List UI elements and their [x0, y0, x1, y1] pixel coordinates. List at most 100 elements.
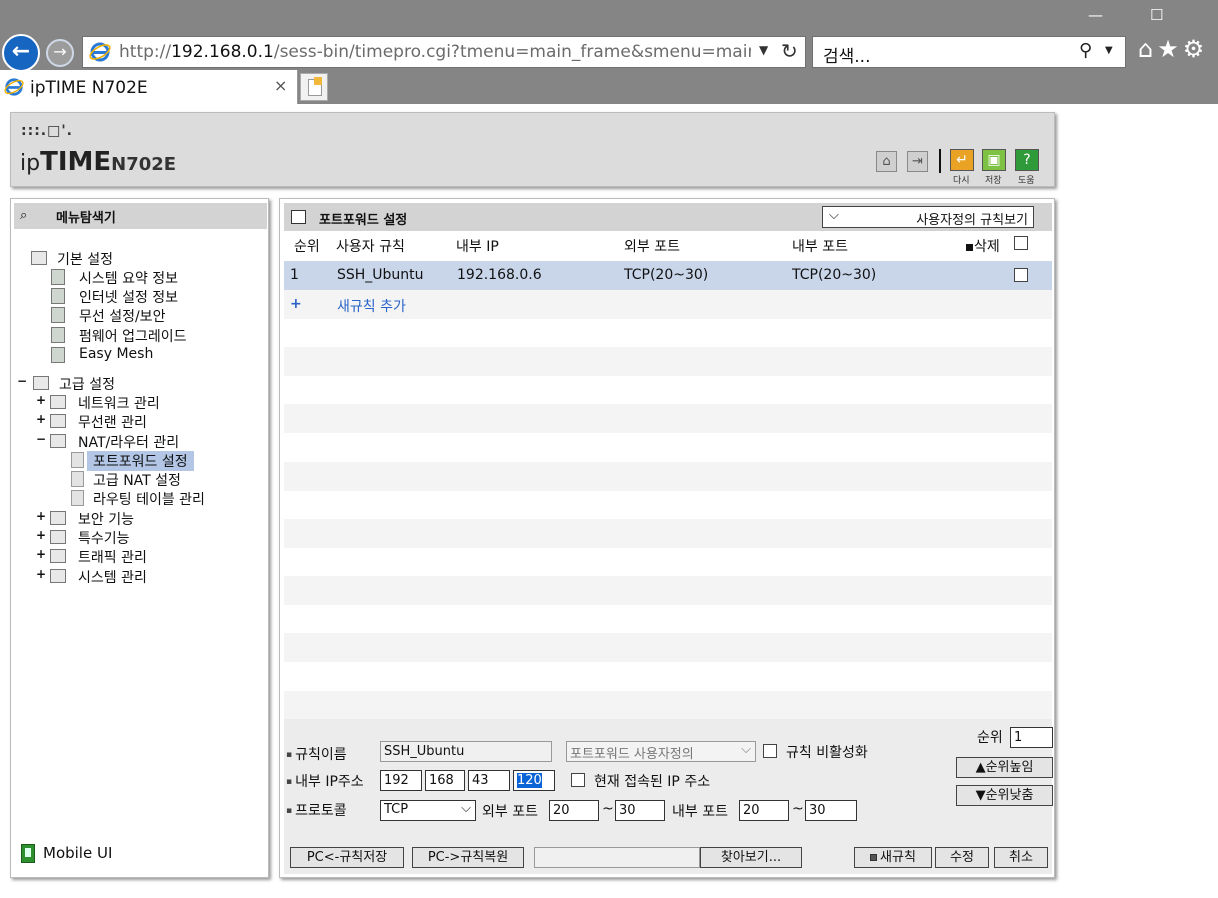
router-header: :::.□'. ipTIMEN702E ⌂ ⇥ ↵ 다시 ▣ 저장 ? 도움: [10, 112, 1055, 187]
current-ip-checkbox[interactable]: [571, 773, 585, 787]
save-button[interactable]: ▣: [982, 149, 1006, 171]
int-port-to-input[interactable]: 30: [805, 800, 857, 821]
search-icon[interactable]: ⚲: [1079, 40, 1092, 61]
collapse-icon[interactable]: −: [36, 432, 46, 446]
wifi-icon: [50, 414, 66, 428]
ip-octet-4[interactable]: 120: [513, 770, 555, 791]
expand-icon[interactable]: +: [36, 509, 46, 523]
mesh-icon: [51, 347, 65, 363]
window-icon: [291, 210, 306, 224]
pc-restore-button[interactable]: PC->규칙복원: [412, 847, 524, 868]
expand-icon[interactable]: +: [36, 547, 46, 561]
empty-row: [284, 662, 1052, 691]
ip-octet-3[interactable]: 43: [468, 770, 510, 791]
expand-icon[interactable]: +: [36, 412, 46, 426]
home-icon[interactable]: ⌂: [1138, 35, 1157, 63]
col-rule: 사용자 규칙: [336, 239, 405, 255]
protocol-select[interactable]: TCP ⌵: [380, 800, 476, 821]
rule-name-input[interactable]: SSH_Ubuntu: [380, 741, 552, 762]
wifi-icon: [51, 307, 65, 323]
col-internal-ip: 내부 IP: [456, 239, 499, 255]
new-rule-button[interactable]: 새규칙: [854, 847, 932, 868]
search-dropdown-icon[interactable]: ▼: [1105, 45, 1113, 56]
settings-gear-icon[interactable]: ⚙: [1183, 35, 1209, 63]
order-label: 순위: [977, 730, 1003, 746]
page-icon: [71, 471, 84, 487]
square-icon: [870, 854, 878, 861]
file-path-input[interactable]: [534, 847, 700, 868]
add-rule-row[interactable]: + 새규칙 추가: [284, 290, 1052, 319]
chevron-down-icon: ⌵: [741, 742, 751, 757]
logout-icon[interactable]: ⇥: [907, 151, 928, 172]
navigation-bar: ← → http://192.168.0.1/sess-bin/timepro.…: [0, 33, 1218, 72]
menu-explorer: ⌕ 메뉴탐색기 기본 설정 시스템 요약 정보 인터넷 설정 정보 무선 설정/…: [10, 198, 269, 878]
network-icon: [50, 395, 66, 409]
browser-tab[interactable]: ipTIME N702E ×: [0, 70, 298, 104]
chevron-down-icon: ⌵: [829, 208, 839, 223]
address-bar[interactable]: http://192.168.0.1/sess-bin/timepro.cgi?…: [82, 36, 806, 68]
empty-row: [284, 547, 1052, 576]
window-controls: — ☐: [1088, 6, 1218, 32]
rule-edit-form: 규칙이름 SSH_Ubuntu 포트포워드 사용자정의⌵ 규칙 비활성화 순위 …: [284, 719, 1053, 874]
toolbar-icons: ⌂★⚙: [1138, 35, 1208, 63]
table-row[interactable]: 1 SSH_Ubuntu 192.168.0.6 TCP(20~30) TCP(…: [284, 261, 1052, 290]
ext-port-from-input[interactable]: 20: [549, 800, 599, 821]
new-tab-icon[interactable]: [300, 73, 328, 101]
empty-row: [284, 404, 1052, 433]
rule-view-select[interactable]: ⌵ 사용자정의 규칙보기: [822, 206, 1034, 228]
int-port-from-input[interactable]: 20: [739, 800, 789, 821]
plus-icon: +: [290, 296, 302, 312]
disable-rule-checkbox[interactable]: [763, 744, 777, 758]
row-delete-checkbox[interactable]: [1014, 268, 1028, 282]
preset-select[interactable]: 포트포워드 사용자정의 ⌵: [566, 741, 756, 762]
expand-icon[interactable]: +: [36, 528, 46, 542]
maximize-icon[interactable]: ☐: [1150, 6, 1163, 24]
add-rule-link[interactable]: 새규칙 추가: [337, 296, 406, 316]
protocol-label: 프로토콜: [286, 800, 347, 820]
search-box[interactable]: 검색... ⚲ ▼: [812, 36, 1126, 68]
minimize-icon[interactable]: —: [1088, 6, 1103, 24]
order-up-button[interactable]: ▲순위높임: [956, 757, 1053, 778]
refresh-icon[interactable]: ↻: [781, 39, 798, 63]
order-input[interactable]: 1: [1010, 727, 1053, 748]
expand-icon[interactable]: +: [36, 567, 46, 581]
reload-button[interactable]: ↵: [950, 149, 974, 171]
empty-row: [284, 490, 1052, 519]
modify-button[interactable]: 수정: [935, 847, 989, 868]
save-label: 저장: [985, 176, 1002, 186]
tab-close-icon[interactable]: ×: [274, 76, 287, 95]
logo-mark: :::.□'.: [21, 123, 73, 139]
address-dropdown-icon[interactable]: ▼: [759, 43, 768, 57]
folder-icon: [33, 376, 49, 390]
order-down-button[interactable]: ▼순위낮춤: [956, 785, 1053, 806]
forward-arrow-icon[interactable]: →: [46, 39, 74, 67]
ext-port-to-input[interactable]: 30: [615, 800, 665, 821]
browse-button[interactable]: 찾아보기...: [700, 847, 802, 868]
folder-icon: [31, 251, 47, 265]
empty-row: [284, 633, 1052, 662]
address-url: http://192.168.0.1/sess-bin/timepro.cgi?…: [119, 42, 751, 62]
expand-icon[interactable]: +: [36, 393, 46, 407]
back-arrow-icon[interactable]: ←: [2, 34, 40, 72]
col-order: 순위: [294, 239, 320, 255]
external-port-label: 외부 포트: [482, 804, 538, 820]
select-all-checkbox[interactable]: [1014, 236, 1028, 250]
tab-title: ipTIME N702E: [30, 78, 148, 98]
pc-save-button[interactable]: PC<-규칙저장: [290, 847, 404, 868]
rule-name-label: 규칙이름: [286, 744, 347, 764]
ip-octet-2[interactable]: 168: [425, 770, 465, 791]
divider: [939, 149, 941, 173]
menu-explorer-title: 메뉴탐색기: [56, 211, 116, 226]
port-forward-panel: 포트포워드 설정 ⌵ 사용자정의 규칙보기 순위 사용자 규칙 내부 IP 외부…: [279, 198, 1055, 878]
favorites-star-icon[interactable]: ★: [1157, 35, 1183, 63]
disable-rule-label: 규칙 비활성화: [786, 745, 868, 761]
cancel-button[interactable]: 취소: [994, 847, 1048, 868]
mobile-ui-link[interactable]: Mobile UI: [21, 844, 112, 863]
collapse-icon[interactable]: −: [17, 374, 27, 388]
empty-row: [284, 318, 1052, 347]
home-icon[interactable]: ⌂: [876, 151, 897, 172]
menu-explorer-header: ⌕ 메뉴탐색기: [14, 203, 267, 229]
router-icon: [50, 434, 66, 448]
ip-octet-1[interactable]: 192: [380, 770, 422, 791]
help-button[interactable]: ?: [1015, 149, 1039, 171]
